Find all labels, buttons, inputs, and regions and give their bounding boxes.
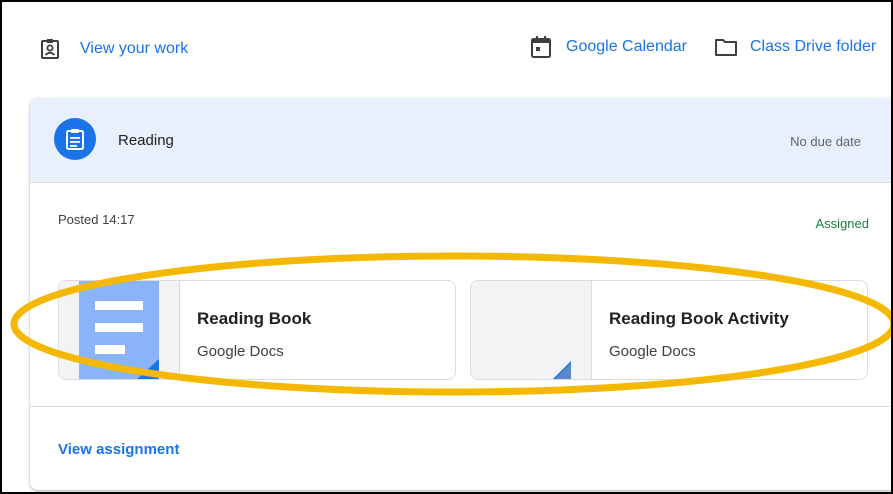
status-badge: Assigned — [815, 216, 869, 231]
view-assignment-link[interactable]: View assignment — [58, 441, 179, 458]
google-calendar-label: Google Calendar — [566, 38, 687, 55]
google-calendar-link[interactable]: Google Calendar — [530, 35, 687, 59]
google-docs-thumbnail-icon — [59, 281, 180, 379]
attachment-reading-book[interactable]: Reading Book Google Docs — [58, 280, 456, 380]
person-badge-icon — [40, 38, 62, 60]
due-date: No due date — [790, 134, 861, 149]
folder-icon — [714, 37, 738, 57]
assignment-footer: View assignment — [30, 406, 891, 490]
class-drive-folder-link[interactable]: Class Drive folder — [714, 37, 876, 57]
top-links-bar: View your work Google Calendar Class Dri… — [2, 2, 891, 92]
attachment-type: Google Docs — [609, 343, 696, 360]
assignment-title: Reading — [118, 132, 174, 149]
attachment-title: Reading Book — [197, 309, 312, 328]
attachment-reading-book-activity[interactable]: Reading Book Activity Google Docs — [470, 280, 868, 380]
assignment-icon — [54, 118, 96, 160]
view-your-work-label: View your work — [80, 40, 189, 57]
calendar-icon — [530, 35, 552, 59]
view-your-work-link[interactable]: View your work — [40, 38, 188, 60]
assignment-header[interactable]: Reading No due date — [30, 98, 891, 183]
class-drive-folder-label: Class Drive folder — [750, 38, 877, 55]
attachment-title: Reading Book Activity — [609, 309, 789, 328]
blank-doc-thumbnail-icon — [471, 281, 592, 379]
classroom-stream-frame: View your work Google Calendar Class Dri… — [0, 0, 893, 494]
assignment-card: Reading No due date Posted 14:17 Assigne… — [30, 98, 891, 490]
attachment-type: Google Docs — [197, 343, 284, 360]
posted-time: Posted 14:17 — [58, 212, 135, 227]
